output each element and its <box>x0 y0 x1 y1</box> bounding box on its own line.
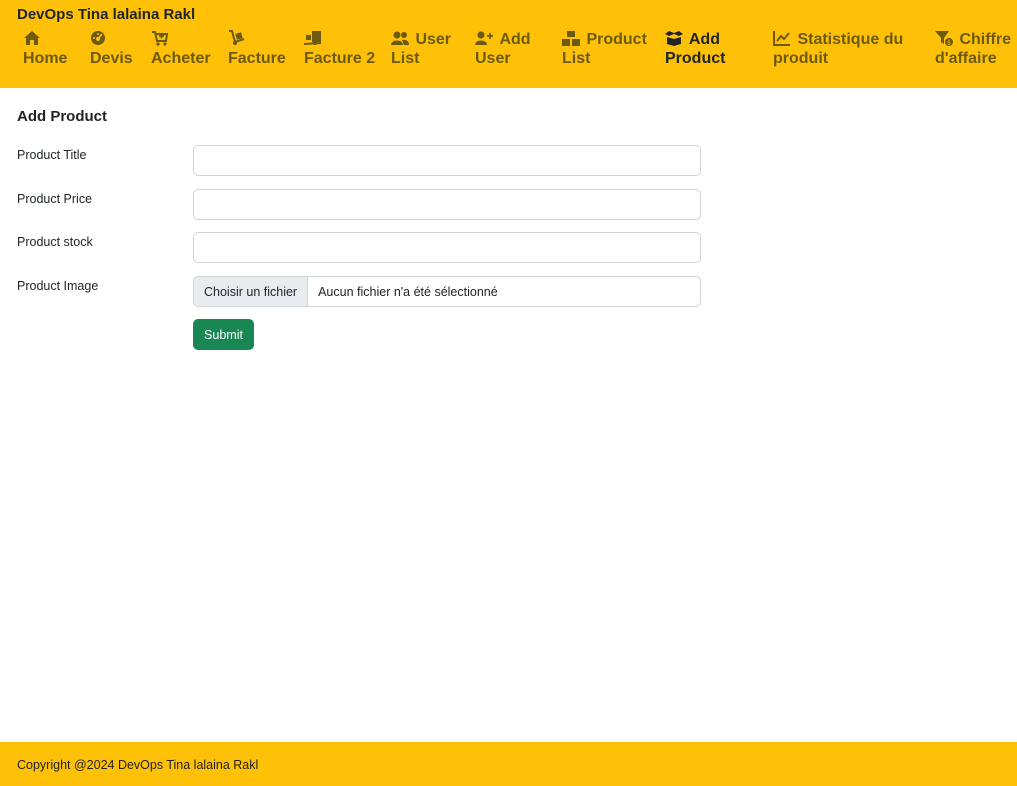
footer: Copyright @2024 DevOps Tina lalaina Rakl <box>0 742 1017 786</box>
submit-button[interactable]: Submit <box>193 319 254 350</box>
chart-line-icon <box>773 30 791 46</box>
nav-label: d'affaire <box>935 50 997 67</box>
product-image-label: Product Image <box>17 279 99 293</box>
product-title-label: Product Title <box>17 148 87 162</box>
nav-label: List <box>562 50 591 67</box>
nav-label: Product <box>665 50 726 67</box>
cart-plus-icon <box>151 30 169 46</box>
nav-item-statistique[interactable]: Statistique du produit <box>773 30 903 68</box>
truck-ramp-icon <box>304 30 322 46</box>
nav-item-add-user[interactable]: Add User <box>475 30 531 68</box>
copyright-text: Copyright @2024 DevOps Tina lalaina Rakl <box>17 758 259 772</box>
box-open-icon <box>665 30 683 46</box>
user-plus-icon <box>475 30 493 46</box>
nav-label: Add <box>688 31 720 48</box>
boxes-icon <box>562 30 580 46</box>
page-title: Add Product <box>17 108 107 125</box>
product-price-label: Product Price <box>17 192 93 206</box>
users-icon <box>391 30 409 46</box>
brand-title[interactable]: DevOps Tina lalaina Rakl <box>17 6 195 23</box>
filter-dollar-icon: $ <box>935 30 953 46</box>
nav-item-acheter[interactable]: Acheter <box>151 30 211 68</box>
choose-file-button[interactable]: Choisir un fichier <box>194 277 309 306</box>
nav-label: List <box>391 50 420 67</box>
product-price-input[interactable] <box>193 189 701 220</box>
product-stock-input[interactable] <box>193 232 701 263</box>
navbar: DevOps Tina lalaina Rakl Home Devis Ache… <box>0 0 1017 88</box>
nav-label: Product <box>586 31 647 48</box>
home-icon <box>23 30 41 46</box>
nav-item-chiffre-affaire[interactable]: $ Chiffre d'affaire <box>935 30 1011 68</box>
product-stock-label: Product stock <box>17 235 93 249</box>
gauge-icon <box>90 30 108 46</box>
nav-item-facture[interactable]: Facture <box>228 30 286 68</box>
nav-label: User <box>415 31 452 48</box>
nav-item-devis[interactable]: Devis <box>90 30 133 68</box>
nav-label: Facture <box>228 50 286 67</box>
dolly-icon <box>228 30 246 46</box>
svg-text:$: $ <box>947 40 951 47</box>
nav-label: Devis <box>90 50 133 67</box>
nav-item-product-list[interactable]: Product List <box>562 30 647 68</box>
nav-item-add-product[interactable]: Add Product <box>665 30 725 68</box>
nav-label: Acheter <box>151 50 211 67</box>
nav-item-user-list[interactable]: User List <box>391 30 451 68</box>
product-title-input[interactable] <box>193 145 701 176</box>
nav-label: Statistique du <box>797 31 904 48</box>
nav-item-home[interactable]: Home <box>23 30 67 68</box>
nav-label: produit <box>773 50 829 67</box>
nav-label: Chiffre <box>959 31 1012 48</box>
nav-label: Add <box>499 31 531 48</box>
nav-label: Home <box>23 50 68 67</box>
file-status-text: Aucun fichier n'a été sélectionné <box>318 284 498 299</box>
nav-label: Facture 2 <box>304 50 376 67</box>
product-image-file-input[interactable]: Choisir un fichier Aucun fichier n'a été… <box>193 276 701 307</box>
nav-label: User <box>475 50 511 67</box>
nav-item-facture-2[interactable]: Facture 2 <box>304 30 375 68</box>
